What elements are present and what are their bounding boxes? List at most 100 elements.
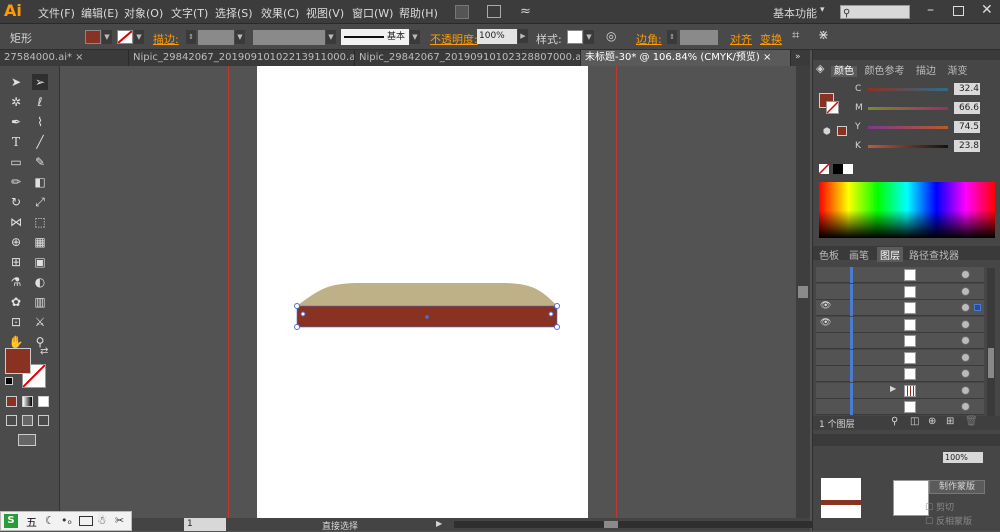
layers-scrollbar[interactable] (987, 268, 995, 418)
layer-row[interactable] (816, 333, 984, 349)
yellow-value[interactable]: 74.5 (954, 121, 980, 133)
curvature-tool-icon[interactable]: ⌇ (32, 114, 48, 130)
none-mode-icon[interactable] (38, 396, 49, 407)
lasso-icon[interactable]: ℓ (32, 94, 48, 110)
target-icon[interactable] (961, 319, 970, 329)
default-colors-icon[interactable] (5, 377, 13, 385)
tab-layers[interactable]: 图层 (877, 247, 903, 262)
control-menu-icon[interactable]: ⋇ (818, 28, 829, 43)
tools-icon[interactable]: ✂ (115, 514, 124, 527)
mask-thumbnail[interactable] (893, 480, 929, 516)
scroll-thumb[interactable] (604, 521, 618, 528)
menu-window[interactable]: 窗口(W) (352, 5, 393, 21)
anchor-point[interactable] (294, 303, 300, 309)
tab-swatches[interactable]: 色板 (819, 247, 839, 262)
recolor-artwork-icon[interactable]: ◎ (606, 29, 616, 43)
rectangle-tool-icon[interactable]: ▭ (8, 154, 24, 170)
menu-object[interactable]: 对象(O) (124, 5, 163, 21)
tab-pathfinder[interactable]: 路径查找器 (909, 247, 959, 262)
close-icon[interactable]: × (763, 52, 771, 63)
corner-radius-field[interactable] (680, 30, 718, 45)
graphic-style-dropdown[interactable]: ▼ (584, 30, 594, 44)
slice-tool-icon[interactable]: ⚔ (32, 314, 48, 330)
stroke-weight-dropdown[interactable]: ▼ (235, 30, 245, 44)
eyedropper-icon[interactable]: ⚗ (8, 274, 24, 290)
layer-row[interactable] (816, 349, 984, 366)
bridge-icon[interactable] (455, 5, 469, 19)
variable-width-profile[interactable] (253, 30, 325, 45)
tab-gradient[interactable]: 渐变 (948, 66, 968, 77)
layer-row[interactable] (816, 283, 984, 300)
yellow-slider[interactable] (868, 126, 948, 129)
clipping-mask-icon[interactable]: ◫ (910, 416, 919, 427)
layer-row[interactable] (816, 366, 984, 382)
corner-widget[interactable] (300, 311, 306, 317)
menu-select[interactable]: 选择(S) (215, 5, 253, 21)
sogou-logo-icon[interactable]: S (4, 514, 18, 528)
fill-color-front[interactable] (5, 348, 31, 374)
menu-view[interactable]: 视图(V) (306, 5, 344, 21)
black-slider[interactable] (868, 145, 948, 148)
skin-icon[interactable]: ☃ (97, 514, 107, 527)
scroll-thumb[interactable] (988, 348, 994, 378)
menu-file[interactable]: 文件(F) (38, 5, 75, 21)
eye-icon[interactable]: 👁 (820, 301, 831, 311)
layer-row[interactable] (816, 399, 984, 415)
paintbrush-icon[interactable]: ✎ (32, 154, 48, 170)
tab-doc-2[interactable]: Nipic_29842067_20190910102213911000.ai* … (129, 50, 355, 66)
rotate-tool-icon[interactable]: ↻ (8, 194, 24, 210)
symbol-sprayer-icon[interactable]: ✿ (8, 294, 24, 310)
artboard-tool-icon[interactable]: ⊡ (8, 314, 24, 330)
eye-icon[interactable]: 👁 (820, 318, 831, 328)
close-icon[interactable]: ✕ (981, 2, 993, 18)
stroke-weight-field[interactable] (198, 30, 234, 45)
new-layer-icon[interactable]: ⊞ (946, 416, 954, 427)
search-input[interactable]: ⚲ (840, 5, 910, 19)
tab-brushes[interactable]: 画笔 (849, 247, 869, 262)
pen-tool-icon[interactable]: ✒ (8, 114, 24, 130)
black-swatch[interactable] (833, 164, 843, 174)
none-color-swatch[interactable] (818, 163, 830, 175)
direct-selection-tool-icon[interactable]: ➢ (32, 74, 48, 90)
artboard-number-field[interactable]: 1 (184, 518, 226, 531)
align-link[interactable]: 对齐 (730, 31, 752, 47)
make-mask-button[interactable]: 制作蒙版 (929, 480, 985, 494)
menu-edit[interactable]: 编辑(E) (81, 5, 119, 21)
color-mode-icon[interactable] (6, 396, 17, 407)
transform-link[interactable]: 变换 (760, 31, 782, 47)
line-tool-icon[interactable]: ╱ (32, 134, 48, 150)
draw-inside-icon[interactable] (38, 415, 49, 426)
target-icon[interactable] (961, 303, 970, 312)
anchor-point[interactable] (554, 303, 560, 309)
target-icon[interactable] (961, 385, 970, 395)
close-icon[interactable]: × (75, 52, 83, 63)
scroll-thumb[interactable] (798, 286, 808, 298)
panel-collapse-bar[interactable] (813, 50, 1000, 60)
transparency-opacity-field[interactable]: 100% (943, 452, 983, 463)
gradient-mode-icon[interactable] (22, 396, 33, 407)
white-swatch[interactable] (843, 164, 853, 174)
screen-mode-icon[interactable] (18, 434, 36, 446)
gamut-swatch[interactable] (837, 126, 847, 136)
opacity-arrow[interactable]: ▶ (518, 29, 528, 43)
artwork[interactable] (290, 278, 565, 332)
tab-doc-3[interactable]: Nipic_29842067_20190910102328807000.ai* … (355, 50, 581, 66)
target-icon[interactable] (961, 402, 970, 411)
magenta-slider[interactable] (868, 107, 948, 110)
gradient-tool-icon[interactable]: ▣ (32, 254, 48, 270)
ime-mode[interactable]: 五 (26, 514, 37, 530)
draw-behind-icon[interactable] (22, 415, 33, 426)
cyan-value[interactable]: 32.4 (954, 83, 980, 95)
target-icon[interactable] (961, 336, 970, 345)
invert-mask-checkbox[interactable]: ☐ 反相蒙版 (925, 514, 972, 527)
tab-color-guide[interactable]: 颜色参考 (865, 66, 905, 77)
fill-swatch[interactable] (85, 30, 101, 44)
anchor-point[interactable] (294, 324, 300, 330)
blend-tool-icon[interactable]: ◐ (32, 274, 48, 290)
tab-doc-1[interactable]: 27584000.ai* × (0, 50, 129, 66)
tab-color[interactable]: 颜色 (831, 66, 857, 77)
maximize-icon[interactable] (953, 6, 964, 16)
color-panel-icon[interactable]: ◈ (816, 62, 828, 75)
swap-colors-icon[interactable]: ⇄ (40, 346, 48, 357)
workspace-switcher[interactable]: 基本功能 (773, 5, 817, 21)
